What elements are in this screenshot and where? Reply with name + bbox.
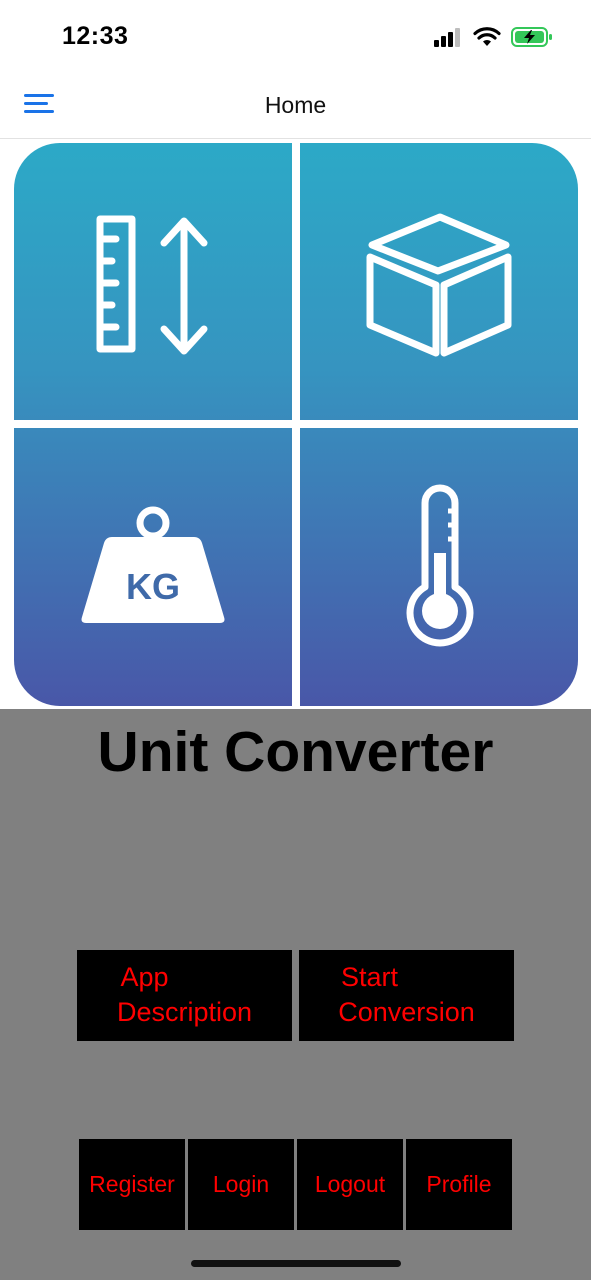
status-icons — [433, 26, 553, 53]
start-conversion-label-line2: Conversion — [338, 997, 475, 1027]
page-title: Home — [264, 92, 327, 118]
navigation-bar: Home — [0, 72, 591, 139]
wifi-icon — [473, 27, 501, 52]
login-button[interactable]: Login — [188, 1139, 294, 1230]
battery-charging-icon — [511, 26, 553, 53]
home-indicator — [191, 1260, 401, 1267]
start-conversion-label-line1: Start — [340, 962, 399, 992]
profile-button[interactable]: Profile — [406, 1139, 512, 1230]
hamburger-menu-icon — [24, 94, 54, 113]
register-button[interactable]: Register — [79, 1139, 185, 1230]
start-conversion-button[interactable]: Start Conversion — [299, 950, 514, 1041]
app-logo-image: KG — [0, 139, 591, 709]
app-screen: 12:33 Home KG Unit Converter App Descrip… — [0, 0, 591, 1280]
weight-label: KG — [126, 566, 180, 607]
cellular-signal-icon — [433, 27, 463, 52]
main-content: Unit Converter App Description Start Con… — [0, 709, 591, 1280]
status-bar: 12:33 — [0, 0, 591, 72]
menu-button[interactable] — [22, 90, 58, 120]
status-time: 12:33 — [62, 22, 129, 50]
logout-button[interactable]: Logout — [297, 1139, 403, 1230]
app-description-label-line2: Description — [116, 997, 253, 1027]
app-title: Unit Converter — [97, 720, 494, 784]
